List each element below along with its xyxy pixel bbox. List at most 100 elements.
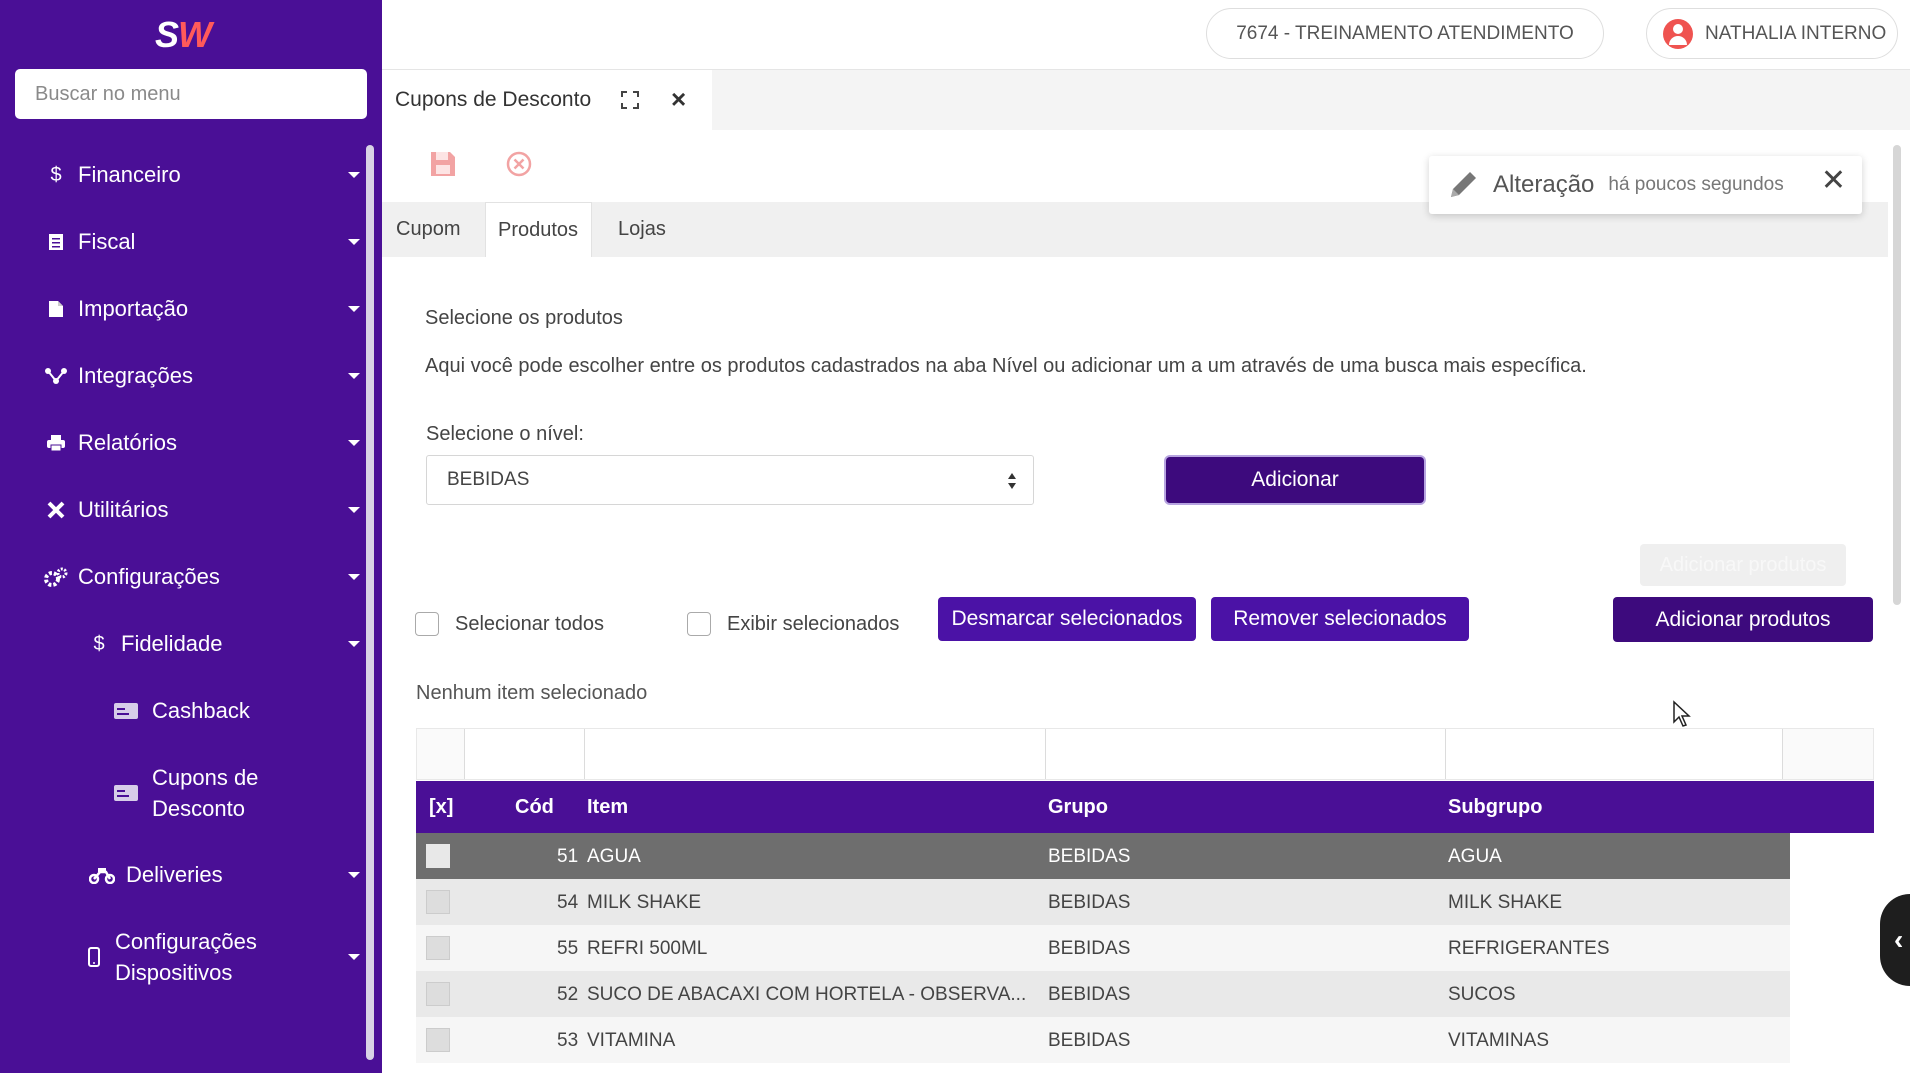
header-subgroup[interactable]: Subgrupo — [1448, 796, 1542, 819]
row-item: REFRI 500ML — [587, 938, 708, 959]
save-icon[interactable] — [429, 150, 457, 178]
row-subgroup: REFRIGERANTES — [1448, 938, 1610, 959]
row-checkbox[interactable] — [426, 890, 450, 914]
filter-group-input[interactable] — [1045, 729, 1445, 779]
content-scrollbar[interactable] — [1893, 145, 1901, 605]
level-select[interactable]: BEBIDAS — [426, 455, 1034, 505]
row-code: 55 — [557, 938, 579, 959]
sidebar-item-label: Integrações — [78, 363, 193, 388]
filter-code-input[interactable] — [464, 729, 584, 779]
dollar-icon: $ — [50, 163, 62, 186]
caret-down-icon — [348, 872, 360, 878]
sidebar-item-label: Cupons de — [152, 765, 259, 790]
table-row[interactable]: 52 SUCO DE ABACAXI COM HORTELA - OBSERVA… — [416, 971, 1790, 1017]
show-selected-option[interactable]: Exibir selecionados — [687, 612, 899, 636]
tab-lojas[interactable]: Lojas — [606, 202, 678, 257]
show-selected-label: Exibir selecionados — [727, 612, 900, 635]
close-tab-icon[interactable]: × — [671, 86, 686, 112]
select-all-checkbox[interactable] — [415, 612, 439, 636]
top-bar: 7674 - TREINAMENTO ATENDIMENTO NATHALIA … — [382, 0, 1910, 70]
caret-down-icon — [348, 574, 360, 580]
table-row[interactable]: 54 MILK SHAKE BEBIDAS MILK SHAKE — [416, 879, 1790, 925]
section-description: Aqui você pode escolher entre os produto… — [425, 355, 1587, 377]
caret-down-icon — [348, 507, 360, 513]
unmark-selected-button[interactable]: Desmarcar selecionados — [938, 597, 1196, 641]
dollar-icon: $ — [93, 632, 105, 655]
row-checkbox[interactable] — [426, 982, 450, 1006]
select-all-option[interactable]: Selecionar todos — [415, 612, 604, 636]
tab-produtos[interactable]: Produtos — [485, 202, 592, 257]
sw-logo[interactable]: SW — [155, 14, 212, 56]
table-header: [x] Cód Item Grupo Subgrupo — [416, 781, 1874, 833]
sidebar-item-label: Relatórios — [78, 430, 178, 455]
row-item: VITAMINA — [587, 1030, 676, 1051]
row-code: 52 — [557, 984, 579, 1005]
network-icon — [42, 367, 70, 385]
row-subgroup: AGUA — [1448, 846, 1502, 867]
row-code: 54 — [557, 892, 579, 913]
user-menu[interactable]: NATHALIA INTERNO — [1646, 8, 1898, 59]
row-group: BEBIDAS — [1048, 1030, 1131, 1051]
row-group: BEBIDAS — [1048, 892, 1131, 913]
sort-arrows-icon — [1008, 473, 1016, 489]
header-item[interactable]: Item — [587, 796, 628, 819]
tools-icon — [42, 500, 70, 520]
company-selector[interactable]: 7674 - TREINAMENTO ATENDIMENTO — [1206, 8, 1604, 59]
filter-row — [416, 728, 1874, 780]
sidebar-item-utilitarios[interactable]: Utilitários — [42, 485, 402, 535]
filter-subgroup-input[interactable] — [1445, 729, 1783, 779]
sidebar-item-label: Fidelidade — [121, 631, 223, 656]
sidebar-scrollbar[interactable] — [366, 145, 374, 1060]
sidebar-item-integracoes[interactable]: Integrações — [42, 351, 402, 401]
sidebar-item-label: Utilitários — [78, 497, 169, 522]
row-group: BEBIDAS — [1048, 938, 1131, 959]
tab-title: Cupons de Desconto — [395, 88, 592, 111]
tab-cupom[interactable]: Cupom — [384, 202, 472, 257]
sidebar-item-label: Cashback — [152, 698, 250, 723]
table-row[interactable]: 55 REFRI 500ML BEBIDAS REFRIGERANTES — [416, 925, 1790, 971]
level-select-value: BEBIDAS — [447, 469, 530, 490]
row-subgroup: VITAMINAS — [1448, 1030, 1549, 1051]
chevron-left-icon: ‹ — [1894, 924, 1904, 955]
close-notification-icon[interactable]: ✕ — [1821, 166, 1846, 196]
sidebar-item-label: Financeiro — [78, 162, 181, 187]
row-checkbox[interactable] — [426, 1028, 450, 1052]
sidebar-item-relatorios[interactable]: Relatórios — [42, 418, 402, 468]
header-group[interactable]: Grupo — [1048, 796, 1108, 819]
notification-time: há poucos segundos — [1608, 174, 1784, 195]
show-selected-checkbox[interactable] — [687, 612, 711, 636]
cancel-icon[interactable] — [505, 150, 533, 178]
sidebar-item-label: Configurações — [115, 929, 257, 954]
menu-search-input[interactable] — [15, 69, 367, 119]
tab-cupons-desconto[interactable]: Cupons de Desconto × — [382, 70, 712, 130]
row-code: 51 — [557, 846, 579, 867]
row-checkbox[interactable] — [426, 844, 450, 868]
expand-icon[interactable] — [621, 91, 639, 109]
document-icon — [42, 233, 70, 251]
side-panel-toggle[interactable]: ‹ — [1880, 894, 1910, 986]
remove-selected-button[interactable]: Remover selecionados — [1211, 597, 1469, 641]
pencil-icon — [1451, 172, 1476, 197]
user-avatar-icon — [1663, 18, 1693, 49]
selection-status: Nenhum item selecionado — [416, 682, 648, 704]
mouse-cursor-icon — [1673, 700, 1691, 727]
sidebar-item-configuracoes[interactable]: Configurações — [42, 552, 402, 602]
add-products-tooltip-button: Adicionar produtos — [1640, 544, 1846, 586]
add-level-button[interactable]: Adicionar — [1166, 457, 1424, 503]
sidebar-item-fiscal[interactable]: Fiscal — [42, 217, 402, 267]
row-checkbox[interactable] — [426, 936, 450, 960]
sidebar-item-label: Deliveries — [126, 862, 223, 887]
sidebar-item-label: Fiscal — [78, 229, 136, 254]
sidebar-item-financeiro[interactable]: $ Financeiro — [42, 150, 402, 200]
add-products-button[interactable]: Adicionar produtos — [1613, 597, 1873, 642]
table-row[interactable]: 51 AGUA BEBIDAS AGUA — [416, 833, 1790, 879]
filter-item-input[interactable] — [584, 729, 1045, 779]
table-row[interactable]: 53 VITAMINA BEBIDAS VITAMINAS — [416, 1017, 1790, 1063]
row-item: AGUA — [587, 846, 641, 867]
header-check-all[interactable]: [x] — [429, 796, 453, 819]
caret-down-icon — [348, 239, 360, 245]
header-code[interactable]: Cód — [515, 796, 554, 819]
sidebar-item-importacao[interactable]: Importação — [42, 284, 402, 334]
sidebar-item-label: Desconto — [152, 796, 245, 821]
gears-icon — [42, 567, 70, 587]
